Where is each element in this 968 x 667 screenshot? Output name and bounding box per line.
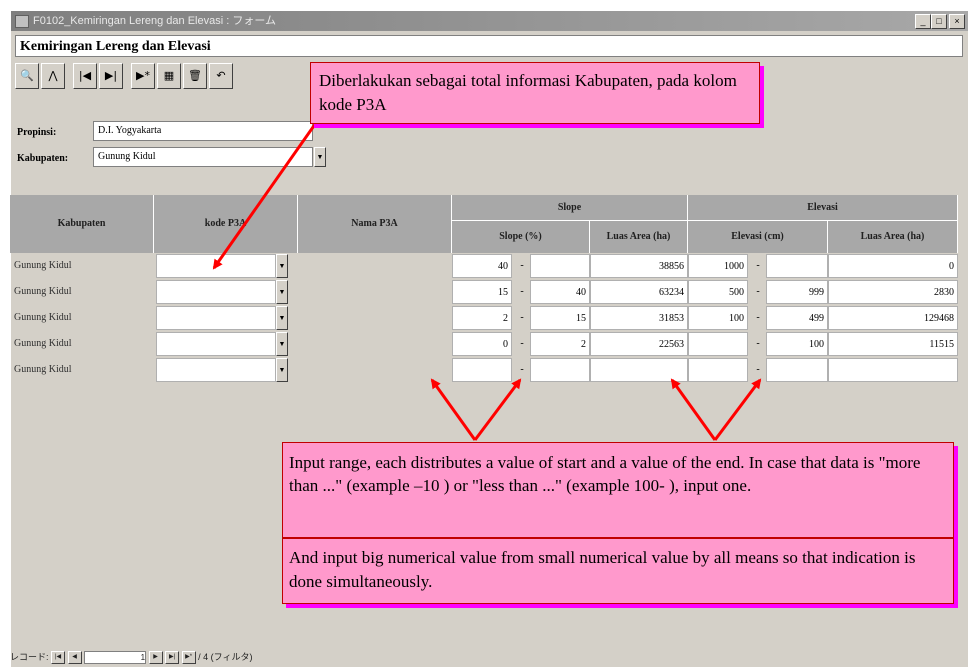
callout-input-order: And input big numerical value from small… <box>282 538 954 604</box>
arrow-slope-from <box>430 378 477 441</box>
nav-prev-icon[interactable]: ◀ <box>67 651 82 665</box>
nav-next-icon[interactable]: ▶ <box>148 651 163 665</box>
callout-kode-p3a: Diberlakukan sebagai total informasi Kab… <box>310 62 760 124</box>
nav-last-icon[interactable]: ▶| <box>165 651 180 665</box>
navigator-label: レコード: <box>10 652 49 662</box>
record-navigator: レコード: |◀ ◀ 1 ▶ ▶| ▶* / 4 (フィルタ) <box>10 650 253 665</box>
arrow-to-kode <box>212 119 320 270</box>
nav-new-icon[interactable]: ▶* <box>181 651 196 665</box>
arrow-elev-from <box>670 378 717 441</box>
current-record-field[interactable]: 1 <box>84 651 147 665</box>
arrow-slope-to <box>473 378 522 441</box>
nav-first-icon[interactable]: |◀ <box>51 651 66 665</box>
arrow-elev-to <box>713 378 762 441</box>
callout-input-range: Input range, each distributes a value of… <box>282 442 954 538</box>
record-count: / 4 (フィルタ) <box>198 652 253 662</box>
